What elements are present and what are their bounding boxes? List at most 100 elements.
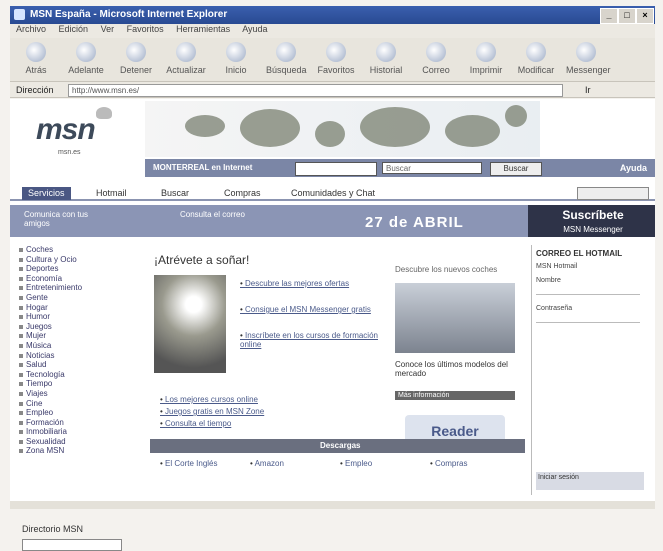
messenger-icon xyxy=(576,42,596,62)
bottom-link[interactable]: Juegos gratis en MSN Zone xyxy=(160,407,264,416)
edit-icon xyxy=(526,42,546,62)
tab-compras[interactable]: Compras xyxy=(218,187,267,200)
sidebar-item[interactable]: Cine xyxy=(18,399,138,409)
car-image[interactable] xyxy=(395,283,515,353)
sidebar-item[interactable]: Salud xyxy=(18,360,138,370)
print-button[interactable]: Imprimir xyxy=(466,42,506,75)
close-button[interactable]: × xyxy=(636,8,654,24)
messenger-ad[interactable]: Suscríbete MSN Messenger xyxy=(528,205,655,237)
main-feature: ¡Atrévete a soñar! Descubre las mejores … xyxy=(150,245,390,495)
help-link[interactable]: Ayuda xyxy=(620,163,647,173)
edit-button[interactable]: Modificar xyxy=(516,42,556,75)
menu-bar: Archivo Edición Ver Favoritos Herramient… xyxy=(10,24,655,38)
more-info-bar[interactable]: Más información xyxy=(395,391,515,400)
forward-icon xyxy=(76,42,96,62)
maximize-button[interactable]: □ xyxy=(618,8,636,24)
mail-icon xyxy=(426,42,446,62)
sidebar-item[interactable]: Juegos xyxy=(18,322,138,332)
refresh-button[interactable]: Actualizar xyxy=(166,42,206,75)
search-button[interactable]: Búsqueda xyxy=(266,42,307,75)
sidebar-item[interactable]: Noticias xyxy=(18,351,138,361)
promo-link-mid[interactable]: Consulta el correo xyxy=(180,210,250,219)
mail-label: MSN Hotmail xyxy=(536,263,578,270)
menu-ayuda[interactable]: Ayuda xyxy=(242,24,267,34)
mail-button[interactable]: Correo xyxy=(416,42,456,75)
back-button[interactable]: Atrás xyxy=(16,42,56,75)
tab-servicios[interactable]: Servicios xyxy=(22,187,71,200)
download-strip[interactable]: Descargas xyxy=(150,439,525,453)
sidebar-item[interactable]: Música xyxy=(18,341,138,351)
sidebar-item[interactable]: Empleo xyxy=(18,408,138,418)
sidebar-item[interactable]: Formación xyxy=(18,418,138,428)
sidebar-item[interactable]: Zona MSN xyxy=(18,446,138,456)
sidebar-item[interactable]: Tecnología xyxy=(18,370,138,380)
search-submit-button[interactable]: Buscar xyxy=(490,162,542,176)
search-select[interactable]: Buscar xyxy=(382,162,482,174)
status-bar xyxy=(10,501,655,509)
directory-heading: Directorio MSN xyxy=(22,524,84,534)
menu-archivo[interactable]: Archivo xyxy=(16,24,46,34)
feature-link[interactable]: Consigue el MSN Messenger gratis xyxy=(240,305,380,314)
stop-button[interactable]: Detener xyxy=(116,42,156,75)
sidebar-item[interactable]: Economía xyxy=(18,274,138,284)
home-icon xyxy=(226,42,246,62)
bottom-link[interactable]: Consulta el tiempo xyxy=(160,419,231,428)
sidebar-item[interactable]: Humor xyxy=(18,312,138,322)
address-input[interactable]: http://www.msn.es/ xyxy=(68,84,563,97)
bottom-nav-link[interactable]: Amazon xyxy=(250,459,284,468)
bottom-link[interactable]: Los mejores cursos online xyxy=(160,395,258,404)
title-bar: MSN España - Microsoft Internet Explorer… xyxy=(10,6,655,24)
home-button[interactable]: Inicio xyxy=(216,42,256,75)
minimize-button[interactable]: _ xyxy=(600,8,618,24)
banner-image[interactable] xyxy=(145,101,540,157)
menu-ver[interactable]: Ver xyxy=(101,24,115,34)
sidebar-item[interactable]: Sexualidad xyxy=(18,437,138,447)
sidebar-item[interactable]: Hogar xyxy=(18,303,138,313)
feature-heading: ¡Atrévete a soñar! xyxy=(154,253,250,267)
bottom-nav-link[interactable]: Empleo xyxy=(340,459,372,468)
mail-title: CORREO EL HOTMAIL xyxy=(536,249,623,258)
sidebar-item[interactable]: Mujer xyxy=(18,331,138,341)
mail-user-field[interactable] xyxy=(536,285,640,295)
sidebar-item[interactable]: Gente xyxy=(18,293,138,303)
bottom-nav-link[interactable]: Compras xyxy=(430,459,467,468)
language-select[interactable] xyxy=(577,187,649,200)
feature-image[interactable] xyxy=(154,275,226,373)
favorites-icon xyxy=(326,42,346,62)
feature-link[interactable]: Inscríbete en los cursos de formación on… xyxy=(240,331,380,349)
tab-buscar[interactable]: Buscar xyxy=(155,187,195,200)
sidebar-item[interactable]: Entretenimiento xyxy=(18,283,138,293)
sidebar-item[interactable]: Coches xyxy=(18,245,138,255)
menu-edicion[interactable]: Edición xyxy=(59,24,89,34)
tab-hotmail[interactable]: Hotmail xyxy=(90,187,133,200)
search-icon xyxy=(276,42,296,62)
search-input[interactable] xyxy=(295,162,377,176)
car-heading[interactable]: Descubre los nuevos coches xyxy=(395,265,515,274)
sidebar-item[interactable]: Viajes xyxy=(18,389,138,399)
favorites-button[interactable]: Favoritos xyxy=(316,42,356,75)
directory-select[interactable] xyxy=(22,539,122,551)
msn-logo[interactable]: msn msn.es xyxy=(10,99,138,161)
bottom-nav-link[interactable]: El Corte Inglés xyxy=(160,459,217,468)
stop-icon xyxy=(126,42,146,62)
menu-herramientas[interactable]: Herramientas xyxy=(176,24,230,34)
tab-comunidades[interactable]: Comunidades y Chat xyxy=(285,187,381,200)
sidebar-item[interactable]: Deportes xyxy=(18,264,138,274)
mail-login-button[interactable]: Iniciar sesión xyxy=(536,472,644,490)
mail-pass-field[interactable] xyxy=(536,313,640,323)
feature-link[interactable]: Descubre las mejores ofertas xyxy=(240,279,380,288)
forward-button[interactable]: Adelante xyxy=(66,42,106,75)
messenger-button[interactable]: Messenger xyxy=(566,42,611,75)
toolbar: Atrás Adelante Detener Actualizar Inicio… xyxy=(10,38,655,82)
go-button[interactable]: Ir xyxy=(585,85,591,95)
sidebar-item[interactable]: Tiempo xyxy=(18,379,138,389)
menu-favoritos[interactable]: Favoritos xyxy=(127,24,164,34)
address-label: Dirección xyxy=(16,85,54,95)
promo-link-left[interactable]: Comunica con tus amigos xyxy=(24,210,114,228)
car-caption[interactable]: Conoce los últimos modelos del mercado xyxy=(395,360,513,378)
window-title: MSN España - Microsoft Internet Explorer xyxy=(30,9,228,20)
sidebar-item[interactable]: Cultura y Ocio xyxy=(18,255,138,265)
sidebar-item[interactable]: Inmobiliaria xyxy=(18,427,138,437)
history-button[interactable]: Historial xyxy=(366,42,406,75)
butterfly-icon xyxy=(96,107,112,119)
